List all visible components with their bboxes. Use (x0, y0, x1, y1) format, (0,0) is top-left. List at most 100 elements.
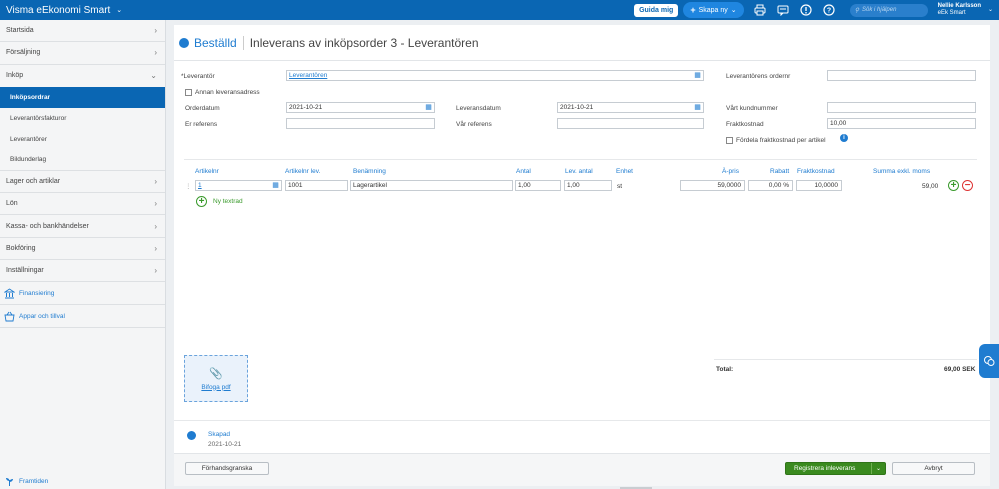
table-cell-article-no[interactable]: 1 ▦ (195, 180, 282, 191)
app-title: Visma eEkonomi Smart (6, 4, 111, 16)
sidebar-subitem-inkopsordrar[interactable]: Inköpsordrar (0, 86, 165, 108)
footer-bar: Förhandsgranska Registrera inleverans ⌄ … (174, 453, 990, 486)
help-search-placeholder: Sök i hjälpen (862, 7, 897, 13)
customer-no-field[interactable] (827, 102, 976, 113)
status-dot (179, 37, 189, 48)
col-quantity: Antal (516, 168, 531, 175)
sidebar-item-finansiering[interactable]: Finansiering (0, 282, 165, 306)
alert-icon[interactable] (798, 2, 815, 19)
chevron-right-icon: › (154, 177, 157, 187)
our-ref-field[interactable] (557, 118, 704, 129)
chat-button[interactable] (979, 344, 999, 378)
table-cell-quantity[interactable]: 1,00 (515, 180, 561, 191)
add-text-row-icon[interactable]: + (196, 196, 207, 207)
calendar-icon[interactable]: ▦ (424, 103, 433, 112)
order-date-label: Orderdatum (185, 105, 220, 112)
distribute-freight-checkbox[interactable] (726, 137, 733, 144)
attach-pdf-link[interactable]: Bifoga pdf (201, 384, 230, 391)
supplier-field[interactable]: Leverantören ▦ (286, 70, 704, 81)
sidebar-item-label: Startsida (6, 27, 34, 35)
register-delivery-button[interactable]: Registrera inleverans ⌄ (785, 462, 886, 475)
total-label: Total: (716, 366, 734, 373)
paperclip-icon: 📎 (209, 367, 223, 380)
sidebar-item-label: Inköp (6, 72, 24, 80)
new-text-row-link[interactable]: Ny textrad (213, 198, 243, 205)
drag-handle[interactable]: ⋮ (185, 182, 192, 190)
sidebar-item-kassa[interactable]: Kassa- och bankhändelser › (0, 215, 165, 238)
top-bar: Visma eEkonomi Smart ⌄ Guida mig + Skapa… (0, 0, 999, 20)
other-address-checkbox[interactable] (185, 89, 192, 96)
page-title: Inleverans av inköpsorder 3 - Leverantör… (249, 35, 479, 50)
create-new-button[interactable]: + Skapa ny ⌄ (683, 2, 744, 18)
sprout-icon (6, 478, 13, 486)
user-company: eEk Smart (937, 10, 966, 16)
search-icon: ⚲ (854, 7, 860, 14)
main-panel: Beställd Inleverans av inköpsorder 3 - L… (174, 25, 990, 486)
delivery-date-label: Leveransdatum (456, 105, 501, 112)
calendar-icon[interactable]: ▦ (693, 103, 702, 112)
help-search-input[interactable]: ⚲ Sök i hjälpen (849, 3, 928, 17)
order-date-field[interactable]: 2021-10-21 ▦ (286, 102, 435, 113)
col-name: Benämning (353, 168, 386, 175)
sidebar-subitem-leverantorsfakturor[interactable]: Leverantörsfakturor (0, 108, 165, 129)
delivery-date-field[interactable]: 2021-10-21 ▦ (557, 102, 704, 113)
your-ref-label: Er referens (185, 121, 218, 128)
table-cell-freight[interactable]: 10,0000 (796, 180, 842, 191)
freight-field[interactable]: 10,00 (827, 118, 976, 129)
col-unit-price: À-pris (722, 168, 739, 175)
sidebar-subitem-bildunderlag[interactable]: Bildunderlag (0, 150, 165, 171)
sidebar-item-appar[interactable]: Appar och tillval (0, 305, 165, 329)
app-switcher[interactable]: Visma eEkonomi Smart ⌄ (0, 5, 122, 16)
sidebar-item-framtiden[interactable]: Framtiden (4, 476, 48, 487)
chevron-down-icon: ⌄ (116, 7, 123, 14)
sidebar-item-bokforing[interactable]: Bokföring › (0, 238, 165, 261)
message-icon[interactable] (775, 2, 792, 19)
table-cell-supplier-article-no[interactable]: 1001 (285, 180, 348, 191)
preview-button[interactable]: Förhandsgranska (185, 462, 269, 475)
info-icon[interactable]: i (840, 134, 848, 142)
chevron-down-icon[interactable]: ⌄ (871, 463, 885, 474)
table-cell-delivered-qty[interactable]: 1,00 (564, 180, 612, 191)
cancel-button[interactable]: Avbryt (892, 462, 975, 475)
sidebar-subitem-leverantorer[interactable]: Leverantörer (0, 129, 165, 150)
chat-icon (984, 356, 995, 366)
article-no-link[interactable]: 1 (198, 182, 202, 189)
bank-icon (4, 288, 15, 299)
supplier-order-field[interactable] (827, 70, 976, 81)
sidebar-item-startsida[interactable]: Startsida › (0, 20, 165, 43)
chevron-down-icon: ⌄ (730, 7, 737, 14)
remove-row-icon[interactable]: − (962, 180, 973, 191)
guide-button[interactable]: Guida mig (634, 3, 679, 17)
delivery-date-value: 2021-10-21 (560, 104, 594, 111)
chevron-right-icon: › (154, 221, 157, 231)
sidebar-item-label: Lager och artiklar (6, 178, 61, 186)
print-icon[interactable] (752, 2, 769, 19)
user-name: Nellie Karlsson (937, 3, 981, 9)
sidebar-item-installningar[interactable]: Inställningar › (0, 260, 165, 283)
sidebar-item-lon[interactable]: Lön › (0, 193, 165, 216)
table-cell-sum: 59,00 (922, 183, 939, 190)
attach-pdf-dropzone[interactable]: 📎 Bifoga pdf (184, 355, 248, 402)
total-value: 69,00 SEK (944, 366, 976, 373)
col-delivered-qty: Lev. antal (565, 168, 593, 175)
your-ref-field[interactable] (286, 118, 435, 129)
supplier-link[interactable]: Leverantören (289, 72, 327, 79)
help-icon[interactable]: ? (821, 2, 838, 19)
col-sum: Summa exkl. moms (873, 168, 931, 175)
sidebar-item-forsaljning[interactable]: Försäljning › (0, 42, 165, 65)
lookup-icon[interactable]: ▦ (271, 181, 280, 190)
sidebar-item-lager[interactable]: Lager och artiklar › (0, 171, 165, 194)
sidebar: Startsida › Försäljning › Inköp ⌄ Inköpsord… (0, 20, 166, 489)
sidebar-item-inkop[interactable]: Inköp ⌄ (0, 65, 165, 87)
sidebar-item-label: Lön (6, 200, 18, 208)
col-unit: Enhet (616, 168, 633, 175)
svg-text:?: ? (827, 8, 831, 15)
order-date-value: 2021-10-21 (289, 104, 323, 111)
table-cell-name[interactable]: Lagerartikel (350, 180, 513, 191)
lookup-icon[interactable]: ▦ (693, 71, 702, 80)
add-row-icon[interactable]: + (948, 180, 959, 191)
table-cell-unit-price[interactable]: 59,0000 (680, 180, 745, 191)
basket-icon (4, 311, 15, 322)
table-cell-discount[interactable]: 0,00 % (748, 180, 793, 191)
plus-icon: + (690, 5, 696, 15)
